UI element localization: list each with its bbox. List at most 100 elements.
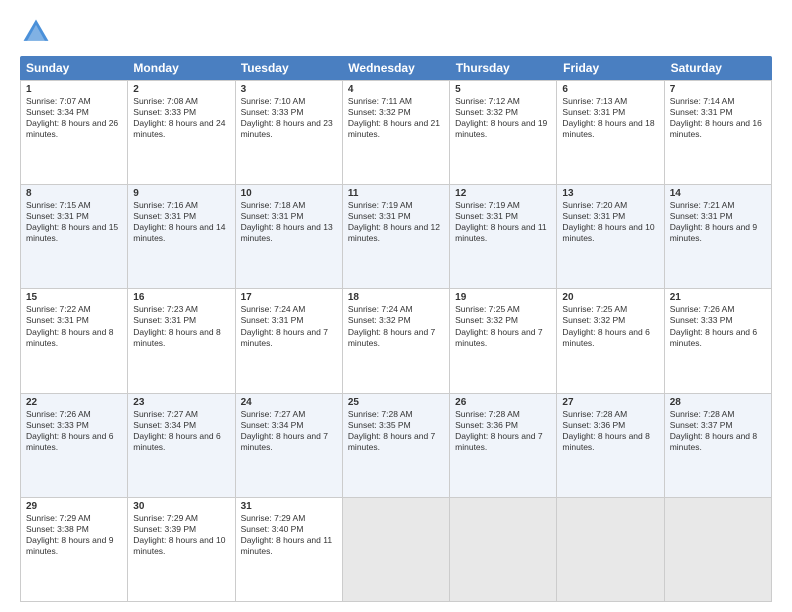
sunset-text: Sunset: 3:32 PM [348,107,444,118]
daylight-text: Daylight: 8 hours and 11 minutes. [241,535,337,557]
daylight-text: Daylight: 8 hours and 21 minutes. [348,118,444,140]
sunrise-text: Sunrise: 7:21 AM [670,200,766,211]
daylight-text: Daylight: 8 hours and 15 minutes. [26,222,122,244]
sunset-text: Sunset: 3:39 PM [133,524,229,535]
sunrise-text: Sunrise: 7:18 AM [241,200,337,211]
sunset-text: Sunset: 3:31 PM [26,315,122,326]
sunset-text: Sunset: 3:36 PM [562,420,658,431]
calendar-day-header: Wednesday [342,56,449,80]
daylight-text: Daylight: 8 hours and 24 minutes. [133,118,229,140]
day-number: 19 [455,292,551,303]
calendar: SundayMondayTuesdayWednesdayThursdayFrid… [20,56,772,602]
calendar-cell: 8Sunrise: 7:15 AMSunset: 3:31 PMDaylight… [21,185,128,288]
calendar-cell: 13Sunrise: 7:20 AMSunset: 3:31 PMDayligh… [557,185,664,288]
calendar-cell [665,498,772,601]
day-number: 16 [133,292,229,303]
sunrise-text: Sunrise: 7:22 AM [26,304,122,315]
sunset-text: Sunset: 3:38 PM [26,524,122,535]
sunrise-text: Sunrise: 7:28 AM [348,409,444,420]
sunrise-text: Sunrise: 7:07 AM [26,96,122,107]
calendar-cell: 27Sunrise: 7:28 AMSunset: 3:36 PMDayligh… [557,394,664,497]
day-number: 9 [133,188,229,199]
calendar-week-row: 22Sunrise: 7:26 AMSunset: 3:33 PMDayligh… [20,394,772,498]
sunset-text: Sunset: 3:32 PM [348,315,444,326]
day-number: 6 [562,84,658,95]
calendar-cell: 2Sunrise: 7:08 AMSunset: 3:33 PMDaylight… [128,81,235,184]
sunrise-text: Sunrise: 7:11 AM [348,96,444,107]
daylight-text: Daylight: 8 hours and 23 minutes. [241,118,337,140]
calendar-cell: 17Sunrise: 7:24 AMSunset: 3:31 PMDayligh… [236,289,343,392]
day-number: 18 [348,292,444,303]
calendar-week-row: 8Sunrise: 7:15 AMSunset: 3:31 PMDaylight… [20,185,772,289]
calendar-cell: 18Sunrise: 7:24 AMSunset: 3:32 PMDayligh… [343,289,450,392]
calendar-cell: 20Sunrise: 7:25 AMSunset: 3:32 PMDayligh… [557,289,664,392]
calendar-day-header: Sunday [20,56,127,80]
sunset-text: Sunset: 3:36 PM [455,420,551,431]
daylight-text: Daylight: 8 hours and 7 minutes. [348,327,444,349]
calendar-cell: 22Sunrise: 7:26 AMSunset: 3:33 PMDayligh… [21,394,128,497]
sunrise-text: Sunrise: 7:13 AM [562,96,658,107]
daylight-text: Daylight: 8 hours and 13 minutes. [241,222,337,244]
daylight-text: Daylight: 8 hours and 9 minutes. [670,222,766,244]
calendar-cell: 12Sunrise: 7:19 AMSunset: 3:31 PMDayligh… [450,185,557,288]
daylight-text: Daylight: 8 hours and 18 minutes. [562,118,658,140]
calendar-cell [450,498,557,601]
calendar-cell: 16Sunrise: 7:23 AMSunset: 3:31 PMDayligh… [128,289,235,392]
day-number: 13 [562,188,658,199]
day-number: 15 [26,292,122,303]
calendar-cell: 9Sunrise: 7:16 AMSunset: 3:31 PMDaylight… [128,185,235,288]
day-number: 2 [133,84,229,95]
day-number: 4 [348,84,444,95]
daylight-text: Daylight: 8 hours and 7 minutes. [241,327,337,349]
sunrise-text: Sunrise: 7:29 AM [241,513,337,524]
sunset-text: Sunset: 3:34 PM [241,420,337,431]
calendar-day-header: Monday [127,56,234,80]
sunset-text: Sunset: 3:31 PM [670,211,766,222]
sunset-text: Sunset: 3:31 PM [562,211,658,222]
day-number: 29 [26,501,122,512]
daylight-text: Daylight: 8 hours and 6 minutes. [133,431,229,453]
calendar-cell: 4Sunrise: 7:11 AMSunset: 3:32 PMDaylight… [343,81,450,184]
sunset-text: Sunset: 3:33 PM [133,107,229,118]
calendar-cell: 25Sunrise: 7:28 AMSunset: 3:35 PMDayligh… [343,394,450,497]
sunset-text: Sunset: 3:31 PM [670,107,766,118]
daylight-text: Daylight: 8 hours and 12 minutes. [348,222,444,244]
daylight-text: Daylight: 8 hours and 9 minutes. [26,535,122,557]
sunrise-text: Sunrise: 7:23 AM [133,304,229,315]
logo [20,16,56,48]
calendar-cell: 7Sunrise: 7:14 AMSunset: 3:31 PMDaylight… [665,81,772,184]
daylight-text: Daylight: 8 hours and 6 minutes. [562,327,658,349]
sunrise-text: Sunrise: 7:29 AM [26,513,122,524]
sunset-text: Sunset: 3:33 PM [26,420,122,431]
daylight-text: Daylight: 8 hours and 14 minutes. [133,222,229,244]
calendar-day-header: Saturday [665,56,772,80]
sunset-text: Sunset: 3:32 PM [455,107,551,118]
day-number: 1 [26,84,122,95]
sunrise-text: Sunrise: 7:19 AM [455,200,551,211]
day-number: 27 [562,397,658,408]
sunset-text: Sunset: 3:40 PM [241,524,337,535]
day-number: 24 [241,397,337,408]
calendar-cell: 10Sunrise: 7:18 AMSunset: 3:31 PMDayligh… [236,185,343,288]
page: SundayMondayTuesdayWednesdayThursdayFrid… [0,0,792,612]
calendar-cell: 26Sunrise: 7:28 AMSunset: 3:36 PMDayligh… [450,394,557,497]
day-number: 3 [241,84,337,95]
day-number: 8 [26,188,122,199]
sunrise-text: Sunrise: 7:26 AM [670,304,766,315]
day-number: 28 [670,397,766,408]
sunrise-text: Sunrise: 7:24 AM [348,304,444,315]
calendar-cell: 28Sunrise: 7:28 AMSunset: 3:37 PMDayligh… [665,394,772,497]
sunrise-text: Sunrise: 7:19 AM [348,200,444,211]
calendar-cell: 5Sunrise: 7:12 AMSunset: 3:32 PMDaylight… [450,81,557,184]
header [20,16,772,48]
sunrise-text: Sunrise: 7:10 AM [241,96,337,107]
sunrise-text: Sunrise: 7:27 AM [241,409,337,420]
day-number: 22 [26,397,122,408]
calendar-cell [343,498,450,601]
sunset-text: Sunset: 3:31 PM [348,211,444,222]
sunset-text: Sunset: 3:33 PM [241,107,337,118]
sunset-text: Sunset: 3:37 PM [670,420,766,431]
sunset-text: Sunset: 3:31 PM [241,211,337,222]
sunrise-text: Sunrise: 7:28 AM [670,409,766,420]
sunrise-text: Sunrise: 7:12 AM [455,96,551,107]
